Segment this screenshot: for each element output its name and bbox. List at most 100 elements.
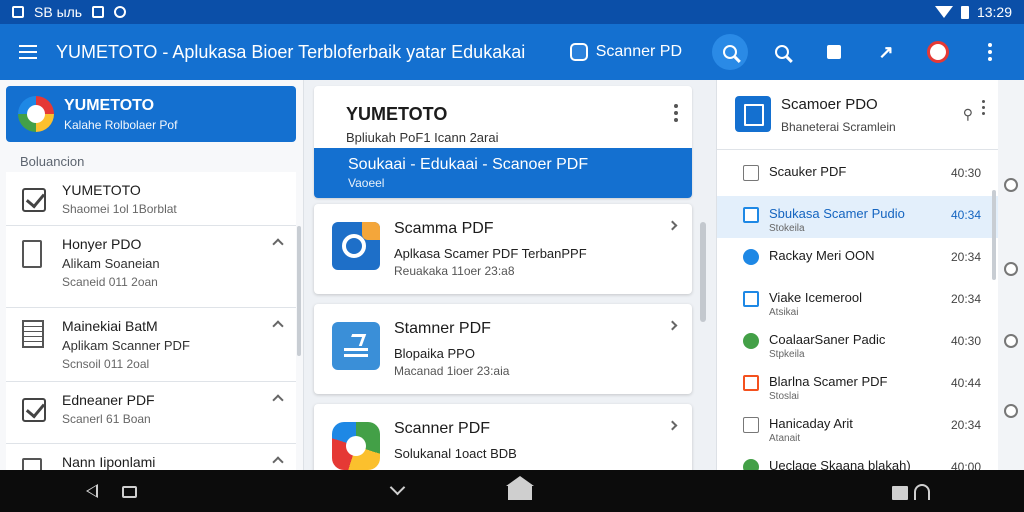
app-title: YUMETOTO - Aplukasa Bioer Terbloferbaik … [56,41,526,62]
profile-badge-icon [927,41,949,63]
list-item[interactable]: Mainekiai BatM Aplikam Scanner PDF Scnso… [6,308,296,382]
list-item[interactable]: Nann Iiponlami [6,444,296,470]
back-icon[interactable] [86,484,98,498]
radio-button[interactable] [1004,334,1018,348]
chevron-up-icon[interactable] [272,394,284,406]
list-item-title: Honyer PDO [62,236,142,252]
list-item-meta: Scnsoil 011 2oal [62,357,150,371]
chevron-right-icon[interactable] [667,420,678,431]
settings-notification-icon [114,6,127,18]
left-scrollbar[interactable] [297,226,301,356]
checklist-icon [22,188,46,212]
chevron-up-icon[interactable] [272,238,284,250]
list-item-title: Hanicaday Arit [769,416,853,431]
list-item[interactable]: Honyer PDO Alikam Soaneian Scaneid 011 2… [6,226,296,308]
overview-icon[interactable] [122,486,137,498]
menu-icon[interactable] [0,24,56,80]
card-subtitle: Solukanal 1oact BDB [394,446,517,461]
right-panel: Scamoer PDO Bhaneterai Scramlein ⚲ Scauk… [716,80,998,470]
more-vert-icon[interactable] [982,100,985,115]
list-item[interactable]: Viake Icemerool Atsikai 20:34 [717,280,998,322]
checkbox-icon [22,398,46,422]
middle-header-subtitle: Bpliukah PoF1 Icann 2arai [346,130,499,145]
scanner-label: Scanner PD [595,43,682,60]
list-item-title: Scauker PDF [769,164,847,179]
list-item[interactable]: Scauker PDF 40:30 [717,154,998,196]
list-item-subtitle: Stpkeila [769,349,805,360]
middle-panel: YUMETOTO Bpliukah PoF1 Icann 2arai Souka… [304,80,712,470]
list-item[interactable]: Blarlna Scamer PDF Stoslai 40:44 [717,364,998,406]
right-header-title: Scamoer PDO [781,96,878,113]
banner-title: Soukaai - Edukaai - Scanoer PDF [348,156,589,173]
system-nav-bar [0,470,1024,512]
status-left-text: SB ыль [34,4,83,20]
radio-button[interactable] [1004,404,1018,418]
radio-button[interactable] [1004,178,1018,192]
bookmark-button[interactable] [816,34,852,70]
scan-document-icon [332,322,380,370]
middle-scrollbar[interactable] [700,222,706,322]
right-edge-rail [998,80,1024,470]
middle-header-card: YUMETOTO Bpliukah PoF1 Icann 2arai Souka… [314,86,692,198]
list-item[interactable]: Ueclage Skaana blakah) 40:00 [717,448,998,470]
hero-card[interactable]: YUMETOTO Kalahe Rolbolaer Pof [6,86,296,142]
list-item[interactable]: YUMETOTO Shaomei 1ol 1Borblat [6,172,296,226]
radio-button[interactable] [1004,262,1018,276]
list-item-title: Viake Icemerool [769,290,862,305]
card-title: Scamma PDF [394,220,494,237]
overflow-menu-button[interactable] [972,34,1008,70]
app-card[interactable]: Scamma PDF Aplkasa Scamer PDF TerbanPPF … [314,204,692,294]
profile-button[interactable] [920,34,956,70]
bookmark-icon [827,45,841,59]
app-card[interactable]: Stamner PDF Blopaika PPO Macanad 1ioer 2… [314,304,692,394]
more-vert-icon[interactable] [674,104,678,122]
edit-icon [743,207,759,223]
pdf-icon [743,375,759,391]
list-item-subtitle: Alikam Soaneian [62,256,160,271]
list-item-time: 20:34 [950,418,981,432]
home-icon[interactable] [506,476,534,500]
chevron-right-icon[interactable] [667,320,678,331]
list-item-title: Blarlna Scamer PDF [769,374,888,389]
check-circle-icon [743,333,759,349]
card-subtitle: Aplkasa Scamer PDF TerbanPPF [394,246,587,261]
search-icon [723,45,737,59]
list-item[interactable]: Rackay Meri OON 20:34 [717,238,998,280]
list-item[interactable]: Edneaner PDF Scanerl 61 Boan [6,382,296,444]
middle-header-title: YUMETOTO [346,104,448,124]
left-list: YUMETOTO Shaomei 1ol 1Borblat Honyer PDO… [6,172,296,470]
list-item[interactable]: CoalaarSaner Padic Stpkeila 40:30 [717,322,998,364]
chevron-up-icon[interactable] [272,456,284,468]
app-logo-icon [18,96,54,132]
list-item-time: 20:34 [950,292,981,306]
hero-subtitle: Kalahe Rolbolaer Pof [64,117,178,132]
card-subtitle: Blopaika PPO [394,346,475,361]
list-item-subtitle: Scanerl 61 Boan [62,412,151,426]
list-item[interactable]: Sbukasa Scamer Pudio Stokeila 40:34 [717,196,998,238]
check-circle-icon [743,249,759,265]
recents-icon[interactable] [892,486,908,500]
zoom-button[interactable] [764,34,800,70]
share-button[interactable]: ↗ [868,34,904,70]
list-item-meta: Scaneid 011 2oan [62,275,158,289]
list-item-title: Nann Iiponlami [62,454,156,470]
chevron-right-icon[interactable] [667,220,678,231]
highlight-banner[interactable]: Soukaai - Edukaai - Scanoer PDF Vaoeel [314,148,692,198]
card-title: Stamner PDF [394,320,491,337]
document-icon [22,240,42,268]
right-header: Scamoer PDO Bhaneterai Scramlein ⚲ [717,80,998,150]
app-card[interactable]: Scanner PDF Solukanal 1oact BDB [314,404,692,470]
right-scrollbar[interactable] [992,190,996,280]
left-panel: YUMETOTO Kalahe Rolbolaer Pof Boluancion… [0,80,304,470]
list-item[interactable]: Hanicaday Arit Atanait 20:34 [717,406,998,448]
list-item-title: Ueclage Skaana blakah) [769,458,911,470]
more-vert-icon [988,43,992,61]
chevron-down-icon[interactable] [389,479,406,496]
right-header-subtitle: Bhaneterai Scramlein [781,120,896,134]
pin-icon[interactable]: ⚲ [963,106,973,123]
share-icon: ↗ [878,41,894,62]
assistant-icon[interactable] [914,484,930,500]
search-button[interactable] [712,34,748,70]
scanner-shortcut-button[interactable]: Scanner PD [560,43,702,61]
chevron-up-icon[interactable] [272,320,284,332]
